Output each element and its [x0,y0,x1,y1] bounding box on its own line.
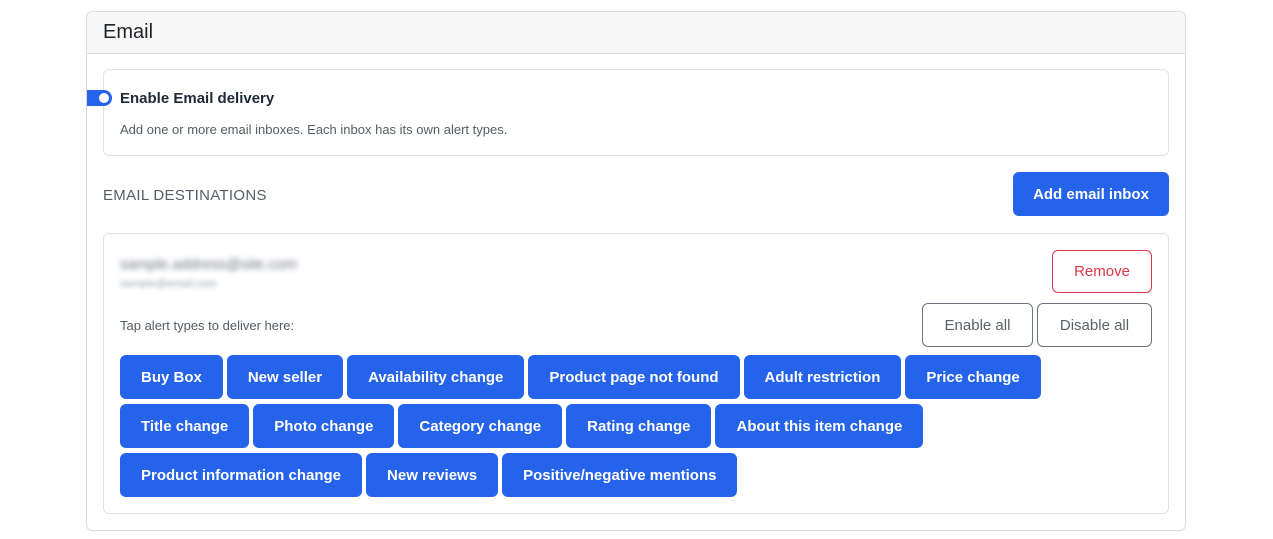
section-title: Email [87,12,1185,54]
alert-chip-buy-box[interactable]: Buy Box [120,355,223,399]
inbox-email-address: sample.address@site.com [120,256,297,273]
remove-inbox-button[interactable]: Remove [1052,250,1152,293]
alert-type-chips: Buy Box New seller Availability change P… [120,355,1160,502]
alert-chip-adult-restriction[interactable]: Adult restriction [743,355,902,399]
alert-chip-row: Buy Box New seller Availability change P… [120,355,1160,399]
email-destinations-heading: EMAIL DESTINATIONS [103,187,267,204]
alert-chip-positive-negative-mentions[interactable]: Positive/negative mentions [502,453,738,497]
email-inbox-card: sample.address@site.com sample@email.com… [103,233,1169,514]
alert-chip-category-change[interactable]: Category change [398,404,563,448]
enable-email-toggle[interactable] [87,90,112,106]
toggle-knob-icon [99,93,109,103]
alert-chip-availability-change[interactable]: Availability change [347,355,525,399]
enable-all-button[interactable]: Enable all [922,303,1033,347]
inbox-email-secondary: sample@email.com [120,278,217,290]
enable-delivery-label: Enable Email delivery [120,90,275,107]
alert-chip-product-information-change[interactable]: Product information change [120,453,363,497]
alert-chip-title-change[interactable]: Title change [120,404,250,448]
alert-chip-price-change[interactable]: Price change [905,355,1041,399]
alert-types-hint: Tap alert types to deliver here: [120,318,295,333]
add-email-inbox-button[interactable]: Add email inbox [1013,172,1169,216]
enable-delivery-panel: Enable Email delivery Add one or more em… [87,69,1169,156]
alert-chip-photo-change[interactable]: Photo change [253,404,395,448]
alert-chip-row: Title change Photo change Category chang… [120,404,1160,448]
alert-chip-new-seller[interactable]: New seller [226,355,344,399]
alert-chip-rating-change[interactable]: Rating change [566,404,712,448]
enable-delivery-description: Add one or more email inboxes. Each inbo… [120,122,508,137]
email-settings-card: Email Enable Email delivery Add one or m… [86,11,1186,531]
alert-chip-product-page-not-found[interactable]: Product page not found [528,355,740,399]
alert-chip-row: Product information change New reviews P… [120,453,1160,497]
disable-all-button[interactable]: Disable all [1037,303,1152,347]
alert-chip-about-this-item-change[interactable]: About this item change [715,404,924,448]
alert-chip-new-reviews[interactable]: New reviews [366,453,499,497]
